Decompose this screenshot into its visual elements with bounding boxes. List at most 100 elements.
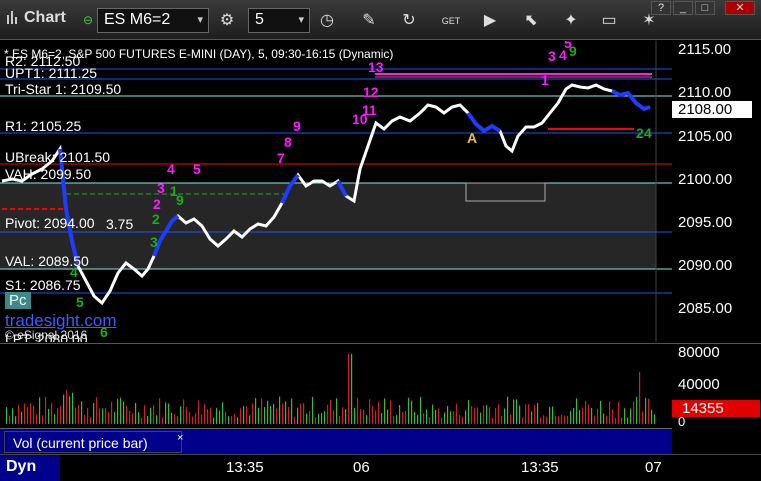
volume-bar: [135, 402, 137, 424]
volume-bar: [549, 407, 551, 424]
signal-label: 4: [644, 125, 652, 141]
price-trace-down: [611, 89, 651, 112]
chevron-down-icon[interactable]: ▾: [298, 13, 304, 26]
volume-bar: [567, 415, 569, 424]
cursor-icon[interactable]: ⬉: [520, 10, 542, 32]
close-icon[interactable]: ×: [177, 432, 183, 444]
volume-bar: [15, 416, 17, 424]
volume-bar: [564, 415, 566, 424]
volume-bar: [270, 406, 272, 424]
play-icon[interactable]: ▶: [479, 10, 501, 32]
refresh-icon[interactable]: ↻: [398, 10, 420, 32]
chat-icon[interactable]: ▭: [598, 10, 620, 32]
volume-bar: [24, 403, 26, 424]
volume-bar: [282, 403, 284, 424]
volume-bar: [495, 407, 497, 424]
signal-label: 9: [569, 43, 577, 59]
volume-bar: [264, 407, 266, 424]
volume-bar: [258, 407, 260, 424]
volume-bar: [438, 408, 440, 424]
symbol-input[interactable]: ES M6=2 ▾: [97, 8, 209, 33]
volume-bar: [273, 404, 275, 424]
maximize-button[interactable]: □: [695, 1, 715, 15]
volume-bar: [507, 396, 509, 424]
volume-axis[interactable]: 80000 40000 0 14355: [672, 343, 761, 429]
help-button[interactable]: ?: [651, 1, 671, 15]
chart-toolbar: Chart ⊖ ES M6=2 ▾ ⚙ 5 ▾ ◷ ✎ ↻ GET ▶ ⬉ ✦ …: [0, 0, 761, 40]
study-label-bar: Vol (current price bar) ×: [0, 428, 672, 454]
volume-bar: [126, 405, 128, 424]
volume-bar: [402, 411, 404, 424]
volume-study-label[interactable]: Vol (current price bar) ×: [4, 431, 183, 453]
volume-bar: [510, 414, 512, 424]
volume-bar: [570, 411, 572, 424]
volume-bar: [18, 405, 20, 424]
time-tick: 06: [353, 459, 370, 476]
volume-bar: [546, 416, 548, 424]
volume-bar: [372, 406, 374, 424]
price-axis[interactable]: 2115.00 2110.00 2105.00 2100.00 2095.00 …: [672, 41, 761, 342]
volume-bars-canvas: [6, 354, 656, 424]
level-r1: R1: 2105.25: [5, 118, 82, 134]
volume-bar: [168, 403, 170, 424]
signal-label: 6: [100, 324, 108, 340]
volume-bar: [132, 413, 134, 424]
time-axis[interactable]: Dyn 13:35 06 13:35 07: [0, 454, 761, 481]
link-icon[interactable]: ✦: [560, 10, 582, 32]
volume-bar: [477, 407, 479, 424]
volume-bar: [522, 417, 524, 424]
volume-bar: [165, 402, 167, 424]
volume-bar: [369, 399, 371, 424]
chevron-down-icon[interactable]: ▾: [197, 13, 203, 26]
volume-bar: [456, 403, 458, 424]
price-chart-pane[interactable]: * ES M6=2, S&P 500 FUTURES E-MINI (DAY),…: [0, 41, 672, 342]
volume-bar: [396, 415, 398, 424]
volume-bar: [504, 408, 506, 424]
volume-bar: [6, 407, 8, 424]
settings-gear-icon[interactable]: ⚙: [216, 10, 238, 32]
volume-bar: [231, 416, 233, 424]
signal-label: 8: [284, 134, 292, 150]
dynamic-mode-button[interactable]: Dyn: [0, 455, 60, 481]
volume-bar: [129, 410, 131, 424]
volume-bar: [492, 417, 494, 424]
volume-bar: [237, 417, 239, 424]
volume-bar: [159, 398, 161, 424]
volume-bar: [654, 414, 656, 424]
get-data-icon[interactable]: GET: [440, 10, 462, 32]
volume-bar: [489, 407, 491, 424]
volume-bar: [459, 414, 461, 424]
volume-bar: [96, 396, 98, 424]
price-tick: 2090.00: [678, 257, 733, 274]
interval-input[interactable]: 5 ▾: [248, 8, 310, 33]
close-button[interactable]: ✕: [725, 1, 755, 15]
minimize-button[interactable]: _: [673, 1, 693, 15]
volume-bar: [444, 412, 446, 424]
link-status-icon[interactable]: ⊖: [83, 13, 93, 27]
volume-bar: [390, 400, 392, 424]
volume-bar: [201, 414, 203, 424]
volume-bar: [12, 408, 14, 424]
volume-bar: [594, 415, 596, 424]
volume-bar: [57, 408, 59, 424]
volume-bar: [84, 415, 86, 424]
signal-label: 7: [277, 150, 285, 166]
volume-bar: [651, 409, 653, 424]
volume-bar: [600, 400, 602, 424]
volume-bar: [219, 410, 221, 424]
volume-bar: [483, 405, 485, 424]
clock-icon[interactable]: ◷: [316, 10, 338, 32]
volume-bar: [387, 409, 389, 424]
volume-bar: [432, 404, 434, 424]
volume-bar: [207, 409, 209, 424]
volume-bar: [561, 414, 563, 424]
volume-bar: [75, 407, 77, 424]
volume-bar: [222, 402, 224, 424]
volume-pane[interactable]: [0, 343, 672, 428]
volume-bar: [45, 396, 47, 424]
volume-bar: [537, 403, 539, 424]
draw-pencil-icon[interactable]: ✎: [358, 10, 380, 32]
volume-bar: [528, 404, 530, 424]
volume-bar: [174, 414, 176, 424]
price-tick: 2115.00: [678, 41, 732, 58]
